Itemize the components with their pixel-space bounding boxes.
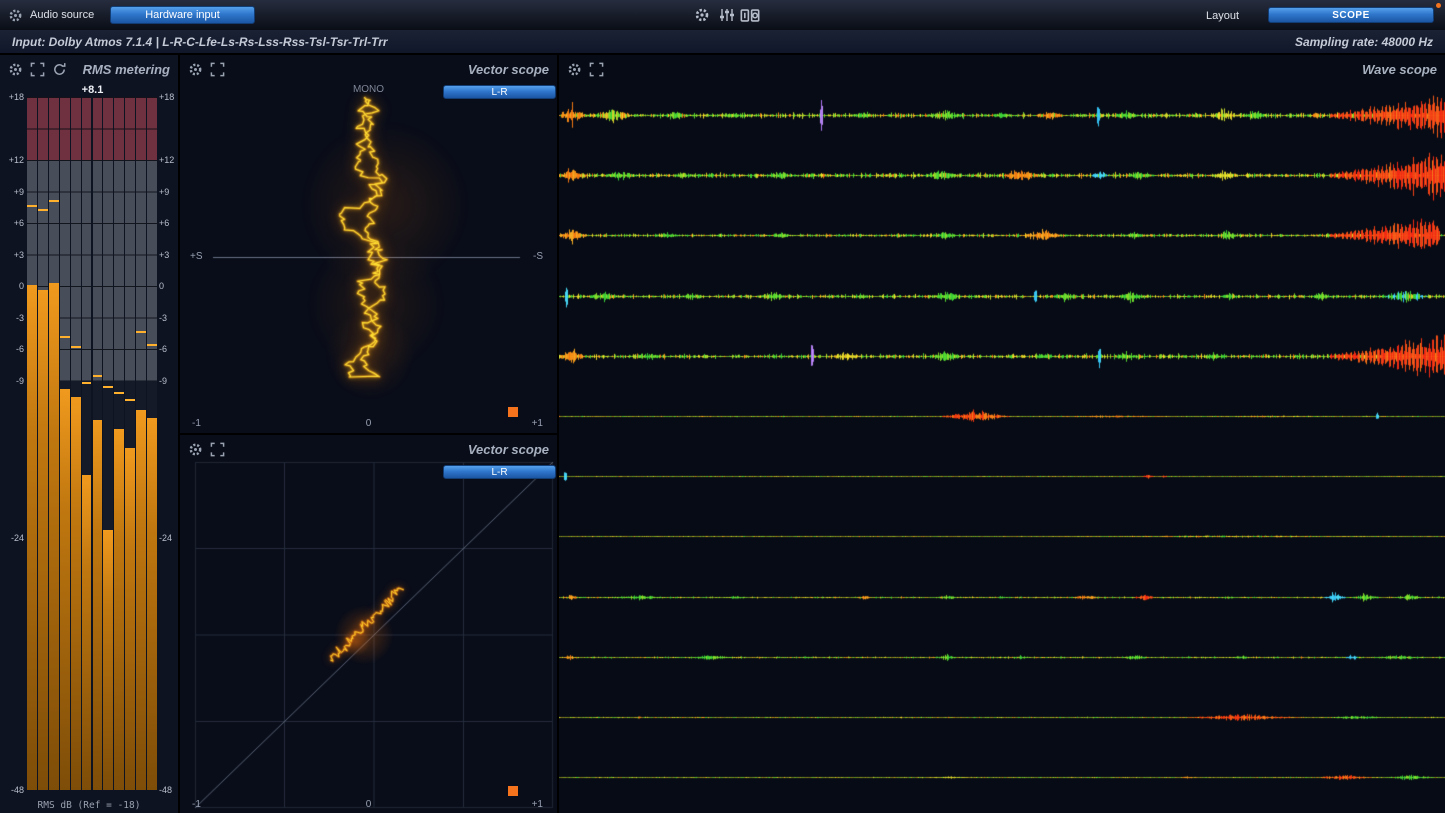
- rms-scale-label: -6: [159, 344, 167, 354]
- rms-scale-label: -9: [159, 376, 167, 386]
- scope-button[interactable]: SCOPE: [1268, 7, 1434, 23]
- info-bar: Input: Dolby Atmos 7.1.4 | L-R-C-Lfe-Ls-…: [0, 30, 1445, 53]
- vector-bottom-xmax-label: +1: [532, 799, 543, 810]
- rms-meter-bar: [60, 97, 70, 790]
- settings-gear-icon[interactable]: [694, 7, 709, 22]
- vector-scope-bottom-canvas: [180, 435, 557, 813]
- vector-top-color-indicator: [508, 407, 518, 417]
- rms-peak-readout: +8.1: [27, 84, 158, 96]
- audio-source-label: Audio source: [30, 9, 94, 21]
- vector-bottom-expand-icon[interactable]: [210, 442, 225, 457]
- vector-bottom-settings-gear-icon[interactable]: [188, 442, 203, 457]
- rms-scale-label: +3: [159, 250, 169, 260]
- audio-source-gear-icon[interactable]: [8, 8, 23, 23]
- input-format-text: Input: Dolby Atmos 7.1.4 | L-R-C-Lfe-Ls-…: [12, 35, 388, 49]
- vector-top-xmax-label: +1: [532, 418, 543, 429]
- rms-meter-bar: [147, 97, 157, 790]
- rms-scale-label: +6: [14, 218, 24, 228]
- rms-scale-label: -24: [11, 533, 24, 543]
- rms-meter-bar: [125, 97, 135, 790]
- rms-meter-bar: [27, 97, 37, 790]
- rms-scale-label: -48: [159, 785, 172, 795]
- rms-scale-label: -9: [16, 376, 24, 386]
- rms-scale-label: +12: [159, 155, 174, 165]
- wave-expand-icon[interactable]: [589, 62, 604, 77]
- rms-scale-label: -24: [159, 533, 172, 543]
- vector-bottom-color-indicator: [508, 786, 518, 796]
- rms-panel-header: RMS metering: [0, 55, 178, 83]
- rms-scale-label: +3: [14, 250, 24, 260]
- rms-scale-label: 0: [159, 281, 164, 291]
- rms-reset-icon[interactable]: [52, 62, 67, 77]
- vector-bottom-lr-button[interactable]: L-R: [443, 465, 556, 479]
- io-routing-icon[interactable]: [740, 9, 760, 22]
- rms-meter-bar: [136, 97, 146, 790]
- rms-meter-bar: [71, 97, 81, 790]
- rms-scale-label: 0: [19, 281, 24, 291]
- rms-scale-label: +9: [159, 187, 169, 197]
- vector-scope-bottom-panel: Vector scope L-R -1 0 +1: [180, 435, 557, 813]
- rms-meter-bar: [103, 97, 113, 790]
- rms-footer-label: RMS dB (Ref = -18): [0, 800, 178, 811]
- vector-top-lr-button[interactable]: L-R: [443, 85, 556, 99]
- rms-panel-title: RMS metering: [83, 62, 170, 77]
- rms-meter-bar: [93, 97, 103, 790]
- axis-minus-s-label: -S: [533, 251, 543, 262]
- axis-plus-s-label: +S: [190, 251, 203, 262]
- rms-expand-icon[interactable]: [30, 62, 45, 77]
- rms-scale-left: +18+12+9+6+30-3-6-9-24-48: [1, 97, 25, 797]
- mixer-sliders-icon[interactable]: [719, 7, 734, 22]
- rms-meter-bar: [49, 97, 59, 790]
- rms-meter-bar: [38, 97, 48, 790]
- hardware-input-button[interactable]: Hardware input: [110, 6, 255, 24]
- vector-bottom-xmid-label: 0: [180, 799, 557, 810]
- rms-scale-label: +6: [159, 218, 169, 228]
- sampling-rate-text: Sampling rate: 48000 Hz: [1295, 35, 1433, 49]
- rms-meter-bars: [27, 97, 158, 790]
- rms-scale-label: -3: [159, 313, 167, 323]
- vector-scope-top-panel: Vector scope MONO L-R +S -S -1 0 +1: [180, 55, 557, 433]
- rms-meter-bar: [82, 97, 92, 790]
- vector-top-expand-icon[interactable]: [210, 62, 225, 77]
- vector-top-settings-gear-icon[interactable]: [188, 62, 203, 77]
- vector-top-xmid-label: 0: [180, 418, 557, 429]
- vector-scope-top-canvas: [180, 55, 557, 433]
- wave-scope-canvas: [559, 83, 1445, 813]
- rms-scale-label: +9: [14, 187, 24, 197]
- rms-metering-panel: RMS metering +8.1 +18 +12 +9 +6 +3 0 -3 -6 -9 -24…: [0, 55, 178, 813]
- wave-settings-gear-icon[interactable]: [567, 62, 582, 77]
- top-bar: Audio source Hardware input Layout SCOPE: [0, 0, 1445, 30]
- status-indicator-dot: [1436, 3, 1441, 8]
- rms-settings-gear-icon[interactable]: [8, 62, 23, 77]
- rms-scale-label: +18: [159, 92, 174, 102]
- layout-label: Layout: [1206, 10, 1239, 22]
- rms-scale-label: -48: [11, 785, 24, 795]
- wave-scope-panel: Wave scope: [559, 55, 1445, 813]
- wave-scope-header: Wave scope: [559, 55, 1445, 83]
- rms-scale-label: -3: [16, 313, 24, 323]
- rms-scale-label: -6: [16, 344, 24, 354]
- vector-top-title: Vector scope: [468, 62, 549, 77]
- vector-top-header: Vector scope: [180, 55, 557, 83]
- rms-scale-label: +18: [9, 92, 24, 102]
- rms-meter-bar: [114, 97, 124, 790]
- vector-bottom-title: Vector scope: [468, 442, 549, 457]
- rms-scale-label: +12: [9, 155, 24, 165]
- app-root: Audio source Hardware input Layout SCOPE…: [0, 0, 1445, 813]
- vector-bottom-header: Vector scope: [180, 435, 557, 463]
- wave-scope-title: Wave scope: [1362, 62, 1437, 77]
- rms-scale-right: +18+12+9+6+30-3-6-9-24-48: [158, 97, 178, 797]
